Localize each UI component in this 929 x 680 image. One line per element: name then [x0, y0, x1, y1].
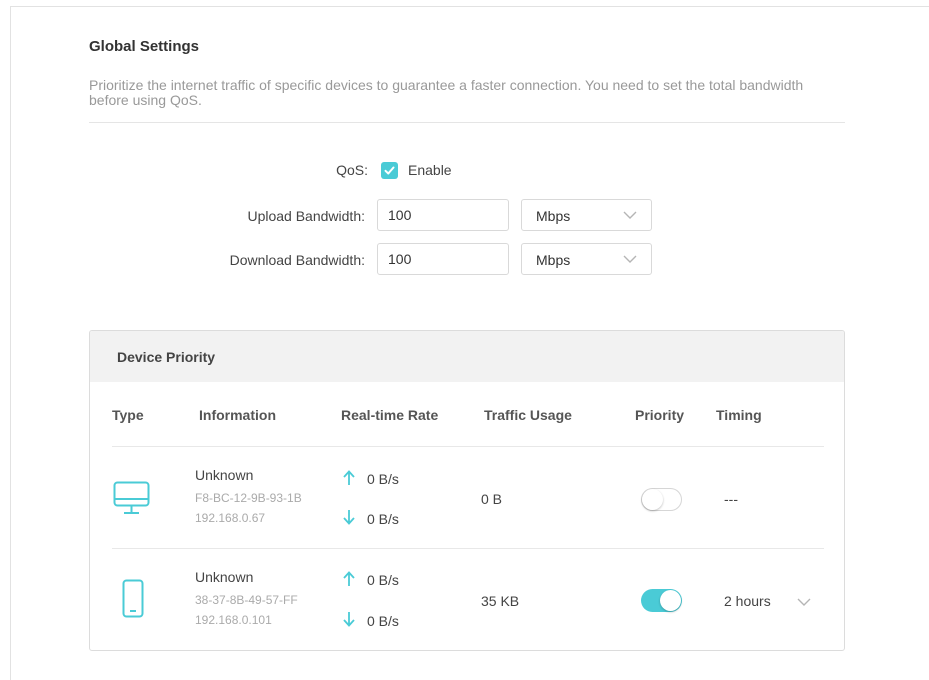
- device-priority-card: Device Priority Type Information Real-ti…: [89, 330, 845, 651]
- column-header-timing: Timing: [716, 407, 762, 423]
- arrow-up-icon: [343, 470, 355, 485]
- download-unit-value: Mbps: [536, 252, 571, 268]
- check-icon: [384, 166, 395, 175]
- row-divider: [112, 548, 824, 549]
- card-title: Device Priority: [117, 349, 216, 365]
- download-rate: 0 B/s: [367, 613, 399, 629]
- row-divider: [112, 446, 824, 447]
- device-mac: 38-37-8B-49-57-FF: [195, 593, 298, 607]
- traffic-usage: 35 KB: [481, 593, 520, 609]
- download-rate: 0 B/s: [367, 511, 399, 527]
- card-header: Device Priority: [90, 331, 844, 382]
- column-header-information: Information: [199, 407, 276, 423]
- chevron-down-icon: [623, 211, 637, 219]
- download-bandwidth-label: Download Bandwidth:: [229, 252, 365, 268]
- column-header-traffic-usage: Traffic Usage: [484, 407, 572, 423]
- timing-select[interactable]: 2 hours: [724, 593, 771, 609]
- phone-icon: [122, 579, 144, 618]
- device-name: Unknown: [195, 467, 254, 483]
- priority-toggle[interactable]: [641, 488, 682, 511]
- chevron-down-icon: [623, 255, 637, 263]
- device-name: Unknown: [195, 569, 254, 585]
- device-ip: 192.168.0.67: [195, 511, 266, 525]
- arrow-up-icon: [343, 571, 355, 586]
- toggle-knob: [642, 489, 663, 510]
- enable-label[interactable]: Enable: [408, 162, 452, 178]
- device-mac: F8-BC-12-9B-93-1B: [195, 491, 302, 505]
- column-header-type: Type: [112, 407, 144, 423]
- upload-rate: 0 B/s: [367, 572, 399, 588]
- upload-rate: 0 B/s: [367, 471, 399, 487]
- priority-toggle[interactable]: [641, 589, 682, 612]
- arrow-down-icon: [343, 612, 355, 627]
- timing-value: ---: [724, 491, 738, 507]
- chevron-down-icon[interactable]: [797, 598, 811, 606]
- download-bandwidth-input[interactable]: [377, 243, 509, 275]
- section-description: Prioritize the internet traffic of speci…: [89, 77, 804, 108]
- arrow-down-icon: [343, 510, 355, 525]
- column-header-realtime-rate: Real-time Rate: [341, 407, 439, 423]
- qos-enable-checkbox[interactable]: [381, 162, 398, 179]
- device-ip: 192.168.0.101: [195, 613, 272, 627]
- desktop-icon: [113, 481, 150, 514]
- download-unit-select[interactable]: Mbps: [521, 243, 652, 275]
- column-header-priority: Priority: [635, 407, 685, 423]
- divider: [89, 122, 845, 123]
- qos-label: QoS:: [336, 162, 368, 178]
- upload-bandwidth-label: Upload Bandwidth:: [247, 208, 365, 224]
- upload-bandwidth-input[interactable]: [377, 199, 509, 231]
- upload-unit-value: Mbps: [536, 208, 571, 224]
- section-title: Global Settings: [89, 38, 200, 55]
- upload-unit-select[interactable]: Mbps: [521, 199, 652, 231]
- traffic-usage: 0 B: [481, 491, 503, 507]
- toggle-knob: [660, 590, 681, 611]
